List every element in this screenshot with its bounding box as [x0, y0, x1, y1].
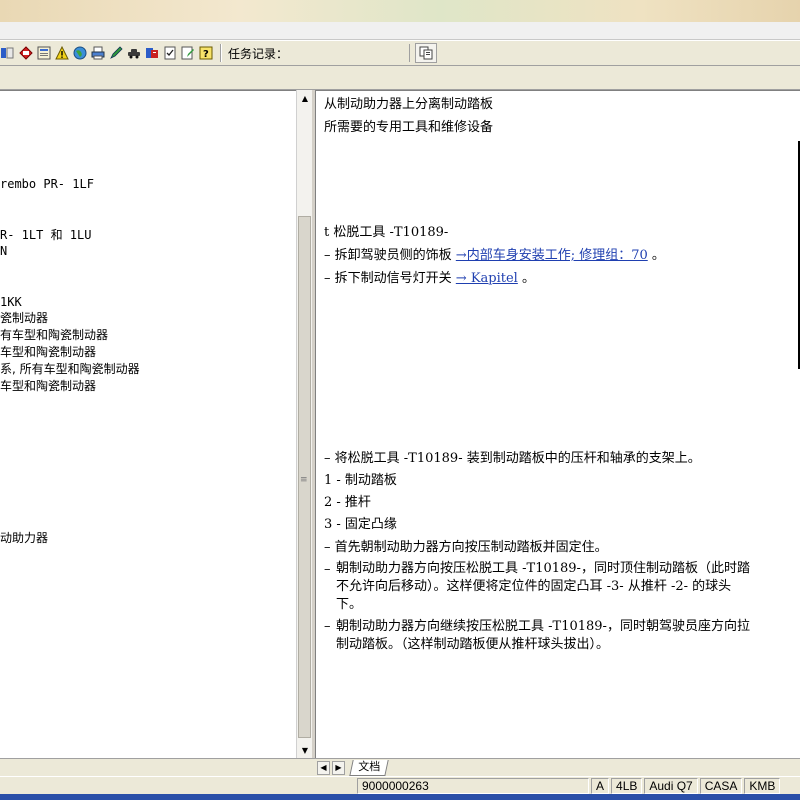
window-title-bar: [0, 22, 800, 40]
status-cell-a: A: [591, 777, 610, 794]
car-icon[interactable]: [126, 45, 142, 61]
tool-line: t 松脱工具 -T10189-: [324, 225, 449, 240]
grip-icon: ≡: [300, 475, 308, 485]
tree-item[interactable]: rembo PR- 1LF: [0, 177, 94, 191]
tree-footer: [0, 758, 315, 776]
tree-item[interactable]: R- 1LT 和 1LU: [0, 228, 91, 242]
question-icon[interactable]: ?: [198, 45, 214, 61]
step-text: 拆卸驾驶员侧的饰板: [334, 248, 452, 263]
step-text: 拆下制动信号灯开关: [334, 271, 452, 286]
tree-item[interactable]: 系, 所有车型和陶瓷制动器: [0, 362, 140, 376]
step-install-tool: – 将松脱工具 -T10189- 装到制动踏板中的压杆和轴承的支架上。: [324, 450, 701, 468]
red-book-icon[interactable]: [18, 45, 34, 61]
doc-subtitle: 所需要的专用工具和维修设备: [324, 120, 494, 135]
task-record-label: 任务记录：: [228, 46, 289, 61]
tree-item[interactable]: 1KK: [0, 295, 22, 309]
step-press-tool-bullet: –: [324, 562, 331, 577]
legend-brake-pedal: 1 - 制动踏板: [324, 473, 397, 488]
tab-next-icon[interactable]: ▶: [332, 760, 345, 775]
status-cell-model: Audi Q7: [644, 777, 698, 794]
status-number: 9000000263: [357, 777, 589, 794]
bullet-dash: –: [324, 540, 331, 555]
scroll-down-icon[interactable]: ▼: [297, 742, 313, 758]
tab-prev-icon[interactable]: ◀: [317, 760, 330, 775]
bullet-dash: –: [324, 451, 331, 466]
doc-title: 从制动助力器上分离制动踏板: [324, 97, 494, 112]
checklist-icon[interactable]: [162, 45, 178, 61]
navigation-tree-pane: rembo PR- 1LF R- 1LT 和 1LU N 1KK 瓷制动器 有车…: [0, 90, 296, 758]
bullet-dash: –: [324, 271, 331, 286]
step-press-pedal: – 首先朝制动助力器方向按压制动踏板并固定住。: [324, 539, 608, 557]
help-book-icon[interactable]: [144, 45, 160, 61]
tree-item[interactable]: 车型和陶瓷制动器: [0, 345, 96, 359]
tree-scrollbar[interactable]: ▲ ≡ ▼: [296, 90, 312, 758]
globe-icon[interactable]: [72, 45, 88, 61]
step-end: 。: [651, 248, 665, 263]
step-text: 将松脱工具 -T10189- 装到制动踏板中的压杆和轴承的支架上。: [334, 451, 701, 466]
scroll-up-icon[interactable]: ▲: [297, 90, 313, 106]
tab-document[interactable]: 文档: [349, 759, 389, 776]
printer-icon[interactable]: [90, 45, 106, 61]
document-tab-bar: ◀ ▶ 文档: [315, 758, 800, 776]
warning-icon[interactable]: [54, 45, 70, 61]
status-cell-kmb: KMB: [744, 777, 781, 794]
taskbar: [0, 794, 800, 800]
status-empty: [0, 778, 355, 794]
bullet-dash: –: [324, 248, 331, 263]
book-icon[interactable]: [36, 45, 52, 61]
step-press-tool-line2: 不允许向后移动）。这样便将定位件的固定凸耳 -3- 从推杆 -2- 的球头: [336, 579, 732, 594]
tree-item[interactable]: 有车型和陶瓷制动器: [0, 328, 108, 342]
status-cell-engine: 4LB: [611, 777, 643, 794]
green-pen-icon[interactable]: [108, 45, 124, 61]
step-pull-pedal-line2: 制动踏板。（这样制动踏板便从推杆球头拔出）。: [336, 637, 610, 652]
main-toolbar: ? 任务记录：: [0, 40, 800, 66]
step-press-tool-line1: 朝制动助力器方向按压松脱工具 -T10189-，同时顶住制动踏板（此时踏: [336, 561, 750, 576]
toolbar-separator: [220, 44, 222, 62]
step-pull-pedal-bullet: –: [324, 619, 331, 634]
step-remove-switch: – 拆下制动信号灯开关 → Kapitel 。: [324, 270, 535, 288]
blue-mark-icon[interactable]: [0, 45, 16, 61]
edit-icon[interactable]: [180, 45, 196, 61]
tree-item[interactable]: N: [0, 244, 7, 258]
legend-push-rod: 2 - 推杆: [324, 495, 371, 510]
copy-icon[interactable]: [415, 43, 438, 63]
tree-item[interactable]: 瓷制动器: [0, 311, 48, 325]
legend-retaining-flange: 3 - 固定凸缘: [324, 517, 397, 532]
status-bar: 9000000263 A 4LB Audi Q7 CASA KMB: [0, 776, 800, 794]
step-pull-pedal-line1: 朝制动助力器方向继续按压松脱工具 -T10189-，同时朝驾驶员座方向拉: [336, 619, 750, 634]
step-text: 首先朝制动助力器方向按压制动踏板并固定住。: [334, 540, 608, 555]
status-cell-casa: CASA: [699, 777, 743, 794]
svg-text:?: ?: [203, 49, 209, 60]
tree-item[interactable]: 车型和陶瓷制动器: [0, 379, 96, 393]
step-remove-trim: – 拆卸驾驶员侧的饰板 →内部车身安装工作; 修理组：70 。: [324, 247, 665, 265]
document-pane: 从制动助力器上分离制动踏板 所需要的专用工具和维修设备 t 松脱工具 -T101…: [315, 90, 800, 758]
desktop-background: [0, 0, 800, 22]
sub-toolbar-band: [0, 66, 800, 90]
step-end: 。: [521, 271, 535, 286]
step-press-tool-line3: 下。: [336, 597, 363, 612]
link-kapitel[interactable]: → Kapitel: [456, 271, 518, 286]
tree-item[interactable]: 动助力器: [0, 531, 48, 545]
link-interior-body[interactable]: →内部车身安装工作; 修理组：70: [456, 248, 648, 263]
task-record-field[interactable]: [292, 44, 411, 62]
